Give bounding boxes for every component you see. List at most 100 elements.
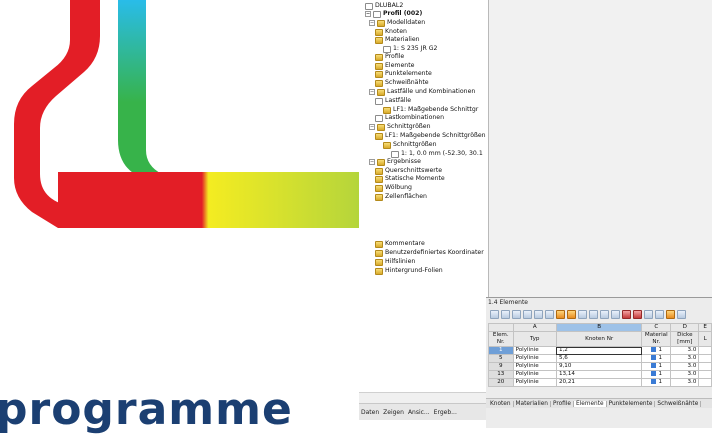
tab-ergebnisse[interactable]: Ergeb...: [434, 409, 457, 416]
zoom-icon[interactable]: [589, 309, 598, 319]
material-cell[interactable]: 1: [641, 378, 672, 387]
col-empty: [488, 323, 514, 332]
table-row[interactable]: 20 Polylinie 20,21 1 3.0: [488, 378, 712, 387]
sort-icon[interactable]: [600, 309, 609, 319]
graphic-icon[interactable]: [567, 309, 576, 319]
l-cell[interactable]: [698, 370, 712, 379]
elem-nr-cell[interactable]: 1: [488, 346, 514, 355]
elem-nr-cell[interactable]: 9: [488, 362, 514, 371]
dicke-cell[interactable]: 3.0: [670, 378, 700, 387]
folder-icon: [377, 19, 385, 27]
typ-cell[interactable]: Polylinie: [512, 346, 557, 355]
dicke-cell[interactable]: 3.0: [670, 362, 700, 371]
typ-cell[interactable]: Polylinie: [512, 378, 557, 387]
folder-icon: [375, 258, 383, 266]
l-cell[interactable]: [698, 362, 712, 371]
typ-cell[interactable]: Polylinie: [512, 362, 557, 371]
back-icon[interactable]: [633, 309, 642, 319]
knoten-cell[interactable]: 9,10: [555, 362, 643, 371]
folder-icon: [375, 184, 383, 192]
doc-icon: [373, 10, 381, 18]
brand-heading: programme: [0, 384, 293, 435]
expand-toggle-icon[interactable]: −: [369, 124, 375, 130]
typ-cell[interactable]: Polylinie: [512, 370, 557, 379]
elem-nr-cell[interactable]: 13: [488, 370, 514, 379]
material-cell[interactable]: 1: [641, 354, 672, 363]
material-cell[interactable]: 1: [641, 346, 672, 355]
tree-item[interactable]: Hintergrund-Folien: [375, 266, 443, 276]
knoten-cell[interactable]: 13,14: [555, 370, 643, 379]
l-cell[interactable]: [698, 354, 712, 363]
load-icon: [375, 114, 383, 122]
table-row[interactable]: 13 Polylinie 13,14 1 3.0: [488, 370, 712, 379]
dicke-cell[interactable]: 3.0: [670, 370, 700, 379]
tab-zeigen[interactable]: Zeigen: [383, 409, 404, 416]
elem-nr-cell[interactable]: 5: [488, 354, 514, 363]
header-l: L: [698, 331, 712, 347]
material-cell[interactable]: 1: [641, 370, 672, 379]
columns-icon[interactable]: [512, 309, 521, 319]
sheet-tab[interactable]: Knoten: [488, 400, 514, 407]
rfem-window: DLUBAL2− Profil (002) − Modelldaten Knoten Ma…: [359, 0, 712, 428]
info-icon[interactable]: [611, 309, 620, 319]
table-icon[interactable]: [666, 309, 675, 319]
table-row[interactable]: 5 Polylinie 5,6 1 3.0: [488, 354, 712, 363]
sheet-tab[interactable]: Schweißnähte: [655, 400, 702, 407]
material-color-icon: [650, 355, 656, 360]
load-icon: [375, 97, 383, 105]
header-material: Material Nr.: [641, 331, 672, 347]
material-nr: 1: [658, 363, 663, 369]
col-letter-d: D: [670, 323, 700, 332]
folder-icon: [377, 158, 385, 166]
material-color-icon: [650, 371, 656, 376]
close-icon[interactable]: [622, 309, 631, 319]
settings-icon[interactable]: [677, 309, 686, 319]
tab-ansicht[interactable]: Ansic...: [408, 409, 430, 416]
header-typ: Typ: [512, 331, 557, 347]
material-nr: 1: [658, 379, 663, 385]
knoten-cell[interactable]: 1,2: [555, 346, 643, 355]
table-row[interactable]: 9 Polylinie 9,10 1 3.0: [488, 362, 712, 371]
col-letter-e: E: [698, 323, 712, 332]
delete-row-icon[interactable]: [545, 309, 554, 319]
expand-toggle-icon[interactable]: −: [369, 20, 375, 26]
folder-icon: [375, 267, 383, 275]
tree-item-label: Hintergrund-Folien: [385, 267, 443, 274]
typ-cell[interactable]: Polylinie: [512, 354, 557, 363]
tab-daten[interactable]: Daten: [361, 409, 379, 416]
view-icon[interactable]: [578, 309, 587, 319]
knoten-cell[interactable]: 5,6: [555, 354, 643, 363]
l-cell[interactable]: [698, 378, 712, 387]
material-color-icon: [650, 379, 656, 384]
expand-toggle-icon[interactable]: −: [369, 89, 375, 95]
folder-icon: [375, 53, 383, 61]
folder-icon: [375, 132, 383, 140]
sheet-tab[interactable]: Materialien: [514, 400, 551, 407]
header-dicke: Dicke [mm]: [670, 331, 700, 347]
dicke-cell[interactable]: 3.0: [670, 346, 700, 355]
prev-icon[interactable]: [644, 309, 653, 319]
filter-icon[interactable]: [523, 309, 532, 319]
dicke-cell[interactable]: 3.0: [670, 354, 700, 363]
expand-toggle-icon[interactable]: −: [369, 159, 375, 165]
expand-toggle-icon[interactable]: −: [365, 11, 371, 17]
insert-row-icon[interactable]: [534, 309, 543, 319]
col-letter-a: A: [512, 323, 557, 332]
header-knoten: Knoten Nr: [555, 331, 643, 347]
sheet-tab[interactable]: Elemente: [573, 400, 607, 407]
table-title: 1.4 Elemente: [488, 299, 528, 306]
import-icon[interactable]: [501, 309, 510, 319]
select-icon[interactable]: [556, 309, 565, 319]
sheet-tab[interactable]: Profile: [551, 400, 574, 407]
next-icon[interactable]: [655, 309, 664, 319]
table-row[interactable]: 1 Polylinie 1,2 1 3.0: [488, 346, 712, 355]
knoten-cell[interactable]: 20,21: [555, 378, 643, 387]
sheet-tab[interactable]: Punktelemente: [607, 400, 656, 407]
l-cell[interactable]: [698, 346, 712, 355]
elem-nr-cell[interactable]: 20: [488, 378, 514, 387]
excel-icon[interactable]: [490, 309, 499, 319]
horizontal-scrollbar[interactable]: [359, 392, 488, 403]
material-cell[interactable]: 1: [641, 362, 672, 371]
tree-item[interactable]: Zellenflächen: [375, 192, 427, 202]
table-toolbar: [486, 307, 712, 321]
